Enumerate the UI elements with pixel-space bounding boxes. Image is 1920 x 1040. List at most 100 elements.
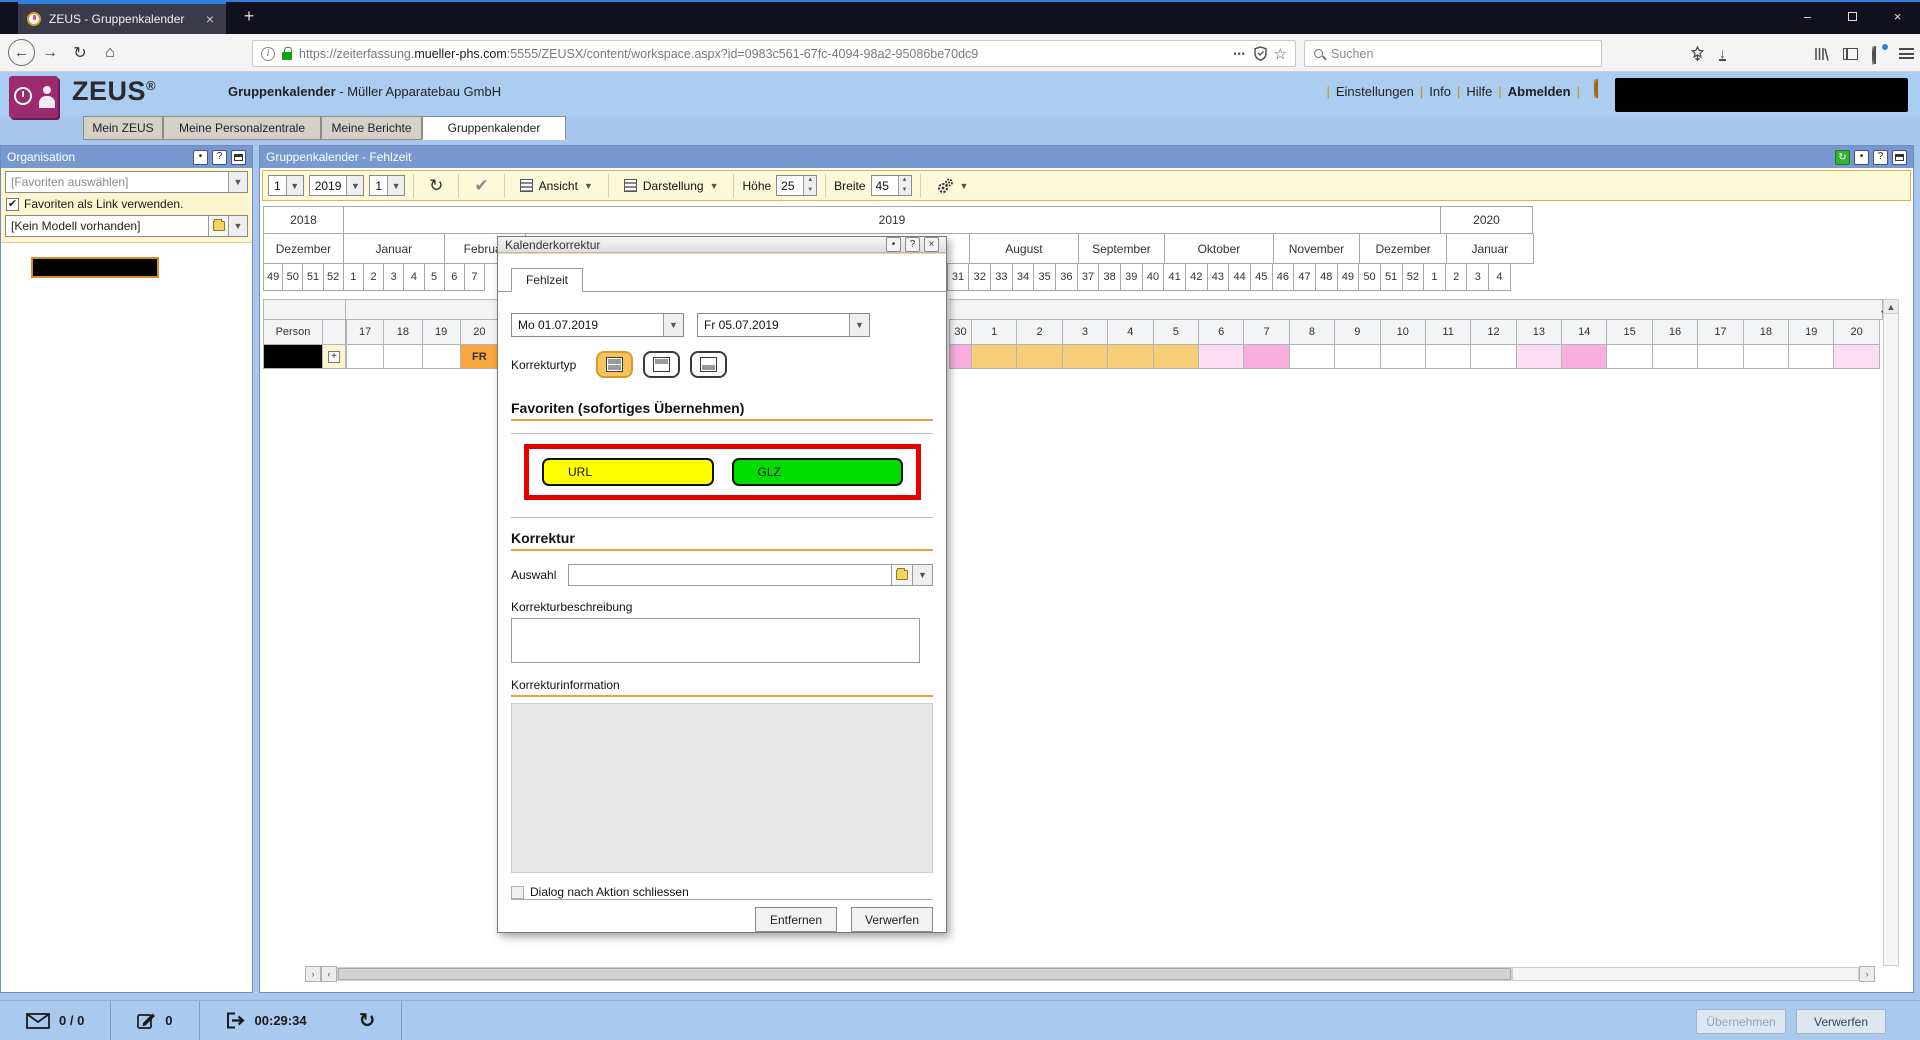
scroll-right-arrow[interactable]: › xyxy=(1859,966,1875,982)
calendar-day-cell[interactable] xyxy=(1381,344,1426,369)
dialog-dock-button[interactable]: • xyxy=(886,237,901,252)
count-select[interactable]: 1▼ xyxy=(369,175,405,196)
darstellung-button[interactable]: Darstellung▼ xyxy=(617,179,726,193)
chevron-down-icon[interactable]: ▼ xyxy=(286,176,303,195)
hoehe-stepper[interactable]: 25▲▼ xyxy=(776,175,817,196)
year-select[interactable]: 2019▼ xyxy=(309,175,365,196)
tab-gruppenkalender[interactable]: Gruppenkalender xyxy=(422,116,566,140)
firefox-account-icon[interactable] xyxy=(1872,47,1885,60)
downloads-icon[interactable]: ↓ xyxy=(1719,47,1726,61)
panel-help-button[interactable]: ? xyxy=(212,150,227,165)
calendar-day-cell[interactable] xyxy=(1698,344,1743,369)
horizontal-scrollbar[interactable]: › ‹ › xyxy=(263,966,1875,982)
settings-gear-button[interactable]: ▼ xyxy=(929,178,976,194)
person-name-cell[interactable] xyxy=(263,344,323,369)
korrekturtyp-firsthalf-button[interactable] xyxy=(643,351,680,378)
search-bar[interactable]: Suchen xyxy=(1304,40,1602,67)
tab-mein-zeus[interactable]: Mein ZEUS xyxy=(83,116,163,140)
calendar-day-cell[interactable] xyxy=(1471,344,1516,369)
new-tab-button[interactable]: + xyxy=(236,6,262,27)
calendar-week-cell[interactable] xyxy=(346,344,384,369)
calendar-day-cell[interactable] xyxy=(1607,344,1652,369)
edit-status[interactable]: 0 xyxy=(111,1001,199,1040)
verwerfen-main-button[interactable]: Verwerfen xyxy=(1796,1009,1886,1034)
chevron-down-icon[interactable]: ▼ xyxy=(387,176,404,195)
close-after-action-checkbox[interactable] xyxy=(511,886,524,899)
refresh-icon[interactable]: ↻ xyxy=(422,176,450,196)
calendar-day-cell[interactable] xyxy=(1108,344,1153,369)
calendar-day-cell[interactable] xyxy=(1199,344,1244,369)
page-info-icon[interactable]: i xyxy=(261,47,275,61)
expand-person-button[interactable]: + xyxy=(323,344,346,369)
calendar-day-cell[interactable] xyxy=(1290,344,1335,369)
tab-close-icon[interactable]: × xyxy=(203,11,217,27)
month-select[interactable]: 1▼ xyxy=(268,175,304,196)
dialog-help-button[interactable]: ? xyxy=(905,237,920,252)
calendar-day-cell[interactable] xyxy=(1653,344,1698,369)
calendar-day-cell[interactable] xyxy=(1744,344,1789,369)
apply-check-icon[interactable]: ✔ xyxy=(467,176,495,196)
back-button[interactable]: ← xyxy=(8,39,35,66)
scrollbar-thumb[interactable] xyxy=(338,968,1511,980)
calendar-day-cell[interactable] xyxy=(1562,344,1607,369)
panel-maximize-button[interactable] xyxy=(1892,150,1907,165)
panel-dock-button[interactable]: • xyxy=(1854,150,1869,165)
model-select[interactable]: [Kein Modell vorhanden] ▼ xyxy=(5,215,248,237)
dialog-titlebar[interactable]: Kalenderkorrektur • ? × xyxy=(498,237,946,253)
model-browse-button[interactable] xyxy=(208,216,228,236)
ansicht-button[interactable]: Ansicht▼ xyxy=(513,179,600,193)
mail-status[interactable]: 0 / 0 xyxy=(0,1001,111,1040)
calendar-day-cell[interactable] xyxy=(972,344,1017,369)
auswahl-browse-button[interactable] xyxy=(892,564,913,586)
chevron-down-icon[interactable]: ▼ xyxy=(228,172,247,192)
chevron-down-icon[interactable]: ▼ xyxy=(913,564,933,586)
link-info[interactable]: Info xyxy=(1429,84,1451,99)
home-button[interactable]: ⌂ xyxy=(95,44,125,62)
menu-hamburger-icon[interactable] xyxy=(1899,48,1914,59)
tab-fehlzeit[interactable]: Fehlzeit xyxy=(511,268,583,292)
refresh-icon[interactable]: ↻ xyxy=(359,1008,376,1033)
calendar-day-cell[interactable] xyxy=(1517,344,1562,369)
vertical-scrollbar[interactable]: ▲ xyxy=(1883,299,1899,966)
calendar-day-cell[interactable] xyxy=(1017,344,1062,369)
panel-maximize-button[interactable] xyxy=(231,150,246,165)
verwerfen-button[interactable]: Verwerfen xyxy=(851,907,933,932)
calendar-week-cell[interactable]: FR xyxy=(461,344,499,369)
page-actions-icon[interactable]: ⋯ xyxy=(1233,46,1247,61)
save-to-library-icon[interactable] xyxy=(1690,46,1705,61)
scroll-left-arrow[interactable]: ‹ xyxy=(321,966,337,982)
redacted-selected-person[interactable] xyxy=(31,257,159,278)
time-status[interactable]: 00:29:34 ↻ xyxy=(200,1001,403,1040)
calendar-day-cell[interactable] xyxy=(1834,344,1879,369)
calendar-week-cell[interactable] xyxy=(423,344,461,369)
favorite-url-button[interactable]: URL xyxy=(542,458,714,486)
calendar-day-cell[interactable] xyxy=(1063,344,1108,369)
tab-personalzentrale[interactable]: Meine Personalzentrale xyxy=(163,116,321,140)
date-to-select[interactable]: Fr 05.07.2019 ▼ xyxy=(697,313,870,337)
beschreibung-textarea[interactable] xyxy=(511,618,920,663)
window-minimize-button[interactable]: – xyxy=(1785,0,1830,32)
reload-button[interactable]: ↻ xyxy=(65,43,95,63)
chevron-down-icon[interactable]: ▼ xyxy=(346,176,363,195)
scroll-left-collapse[interactable]: › xyxy=(305,966,321,982)
entfernen-button[interactable]: Entfernen xyxy=(755,907,837,932)
link-hilfe[interactable]: Hilfe xyxy=(1466,84,1492,99)
scroll-up-arrow[interactable]: ▲ xyxy=(1884,300,1898,314)
pocket-shield-icon[interactable] xyxy=(1254,46,1267,61)
calendar-day-cell[interactable] xyxy=(1335,344,1380,369)
uebernehmen-button[interactable]: Übernehmen xyxy=(1696,1009,1786,1034)
chevron-down-icon[interactable]: ▼ xyxy=(849,314,869,336)
library-icon[interactable] xyxy=(1814,47,1829,61)
breite-stepper[interactable]: 45▲▼ xyxy=(871,175,912,196)
calendar-day-cell[interactable] xyxy=(1244,344,1289,369)
chevron-down-icon[interactable]: ▼ xyxy=(663,314,683,336)
dialog-close-icon[interactable]: × xyxy=(924,237,939,252)
chevron-down-icon[interactable]: ▼ xyxy=(228,216,247,236)
window-maximize-button[interactable] xyxy=(1830,0,1875,32)
link-einstellungen[interactable]: Einstellungen xyxy=(1336,84,1414,99)
browser-tab[interactable]: ZEUS - Gruppenkalender × xyxy=(18,2,226,34)
bookmark-star-icon[interactable]: ☆ xyxy=(1274,45,1287,63)
calendar-day-cell[interactable] xyxy=(1789,344,1834,369)
panel-dock-button[interactable]: • xyxy=(193,150,208,165)
favorites-select[interactable]: [Favoriten auswählen] ▼ xyxy=(5,171,248,193)
